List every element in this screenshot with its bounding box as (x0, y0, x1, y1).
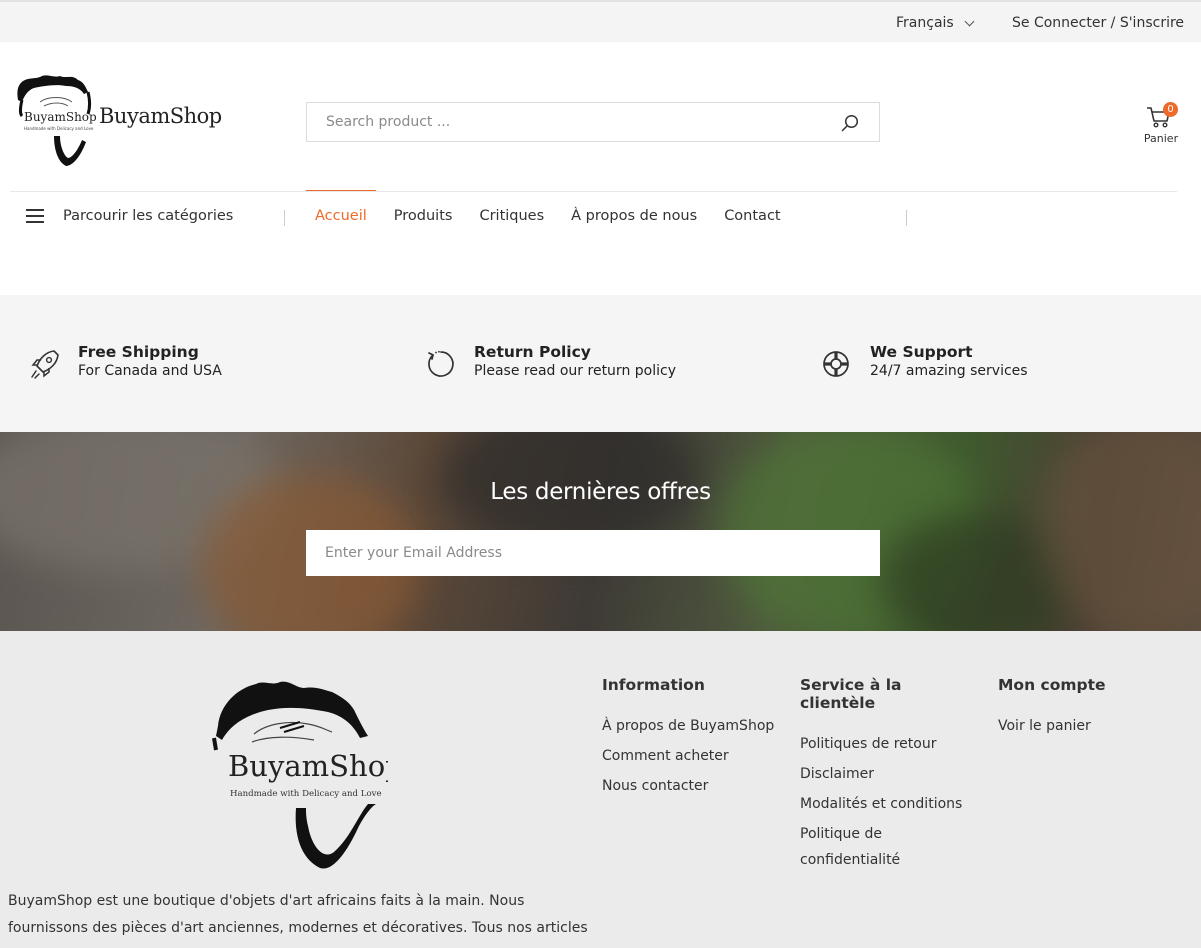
footer-link-view-cart[interactable]: Voir le panier (998, 713, 1106, 739)
newsletter-section: Les dernières offres (0, 432, 1201, 631)
nav-item-critiques[interactable]: Critiques (470, 190, 553, 246)
nav-separator (284, 210, 285, 226)
feature-title: Return Policy (474, 343, 591, 361)
search-bar (306, 102, 880, 142)
footer-logo: BuyamShop Handmade with Delicacy and Lov… (208, 676, 404, 891)
footer-column-title: Information (602, 676, 705, 694)
feature-title: Free Shipping (78, 343, 199, 361)
browse-categories-button[interactable]: Parcourir les catégories (26, 208, 233, 224)
login-register-link[interactable]: Se Connecter / S'inscrire (1012, 15, 1184, 31)
footer-link-how-to-buy[interactable]: Comment acheter (602, 743, 774, 769)
nav-item-accueil[interactable]: Accueil (306, 190, 376, 246)
brand-name: BuyamShop (99, 104, 222, 128)
svg-text:BuyamShop: BuyamShop (24, 110, 97, 124)
rocket-icon (31, 350, 59, 379)
svg-text:BuyamShop: BuyamShop (228, 749, 388, 783)
return-arrow-icon (428, 350, 454, 377)
browse-categories-label: Parcourir les catégories (63, 208, 234, 224)
nav-separator (906, 210, 907, 226)
footer-column-customer-service: Service à la clientèle Politiques de ret… (800, 676, 980, 877)
footer-link-disclaimer[interactable]: Disclaimer (800, 761, 980, 787)
footer-link-returns[interactable]: Politiques de retour (800, 731, 980, 757)
footer: BuyamShop Handmade with Delicacy and Lov… (0, 631, 1201, 948)
nav-item-a-propos[interactable]: À propos de nous (562, 190, 706, 246)
footer-link-privacy[interactable]: Politique de confidentialité (800, 821, 940, 873)
menu-icon (26, 209, 44, 223)
feature-we-support: We Support 24/7 amazing services (820, 343, 1028, 381)
feature-return-policy: Return Policy Please read our return pol… (424, 343, 676, 381)
lifebuoy-icon (823, 351, 849, 377)
footer-link-about[interactable]: À propos de BuyamShop (602, 713, 774, 739)
search-icon[interactable] (841, 114, 859, 132)
footer-link-contact[interactable]: Nous contacter (602, 773, 774, 799)
nav-item-produits[interactable]: Produits (385, 190, 462, 246)
footer-description: BuyamShop est une boutique d'objets d'ar… (8, 893, 588, 936)
search-input[interactable] (307, 103, 807, 141)
feature-subtitle: 24/7 amazing services (870, 363, 1028, 379)
footer-link-terms[interactable]: Modalités et conditions (800, 791, 980, 817)
newsletter-title: Les dernières offres (490, 479, 711, 505)
cart-label: Panier (1143, 132, 1179, 145)
footer-column-title: Service à la clientèle (800, 676, 902, 712)
feature-title: We Support (870, 343, 973, 361)
footer-column-account: Mon compte Voir le panier (998, 676, 1106, 743)
nav-item-contact[interactable]: Contact (715, 190, 789, 246)
footer-column-information: Information À propos de BuyamShop Commen… (602, 676, 774, 803)
cart-button[interactable]: 0 Panier (1140, 102, 1180, 146)
main-nav: Accueil Produits Critiques À propos de n… (306, 190, 799, 246)
footer-column-title: Mon compte (998, 676, 1106, 694)
feature-subtitle: Please read our return policy (474, 363, 676, 379)
features-strip: Free Shipping For Canada and USA Return … (0, 295, 1201, 432)
top-bar: Français Se Connecter / S'inscrire (0, 0, 1201, 42)
chevron-down-icon (964, 16, 975, 26)
feature-subtitle: For Canada and USA (78, 363, 222, 379)
language-label: Français (896, 15, 954, 31)
cart-count-badge: 0 (1163, 102, 1178, 117)
svg-text:Handmade with Delicacy and Lov: Handmade with Delicacy and Love (230, 789, 382, 799)
feature-free-shipping: Free Shipping For Canada and USA (28, 343, 222, 381)
email-field[interactable] (306, 530, 880, 576)
svg-text:Handmade with Delicacy and Lov: Handmade with Delicacy and Love (24, 126, 94, 131)
language-selector[interactable]: Français (896, 15, 975, 31)
